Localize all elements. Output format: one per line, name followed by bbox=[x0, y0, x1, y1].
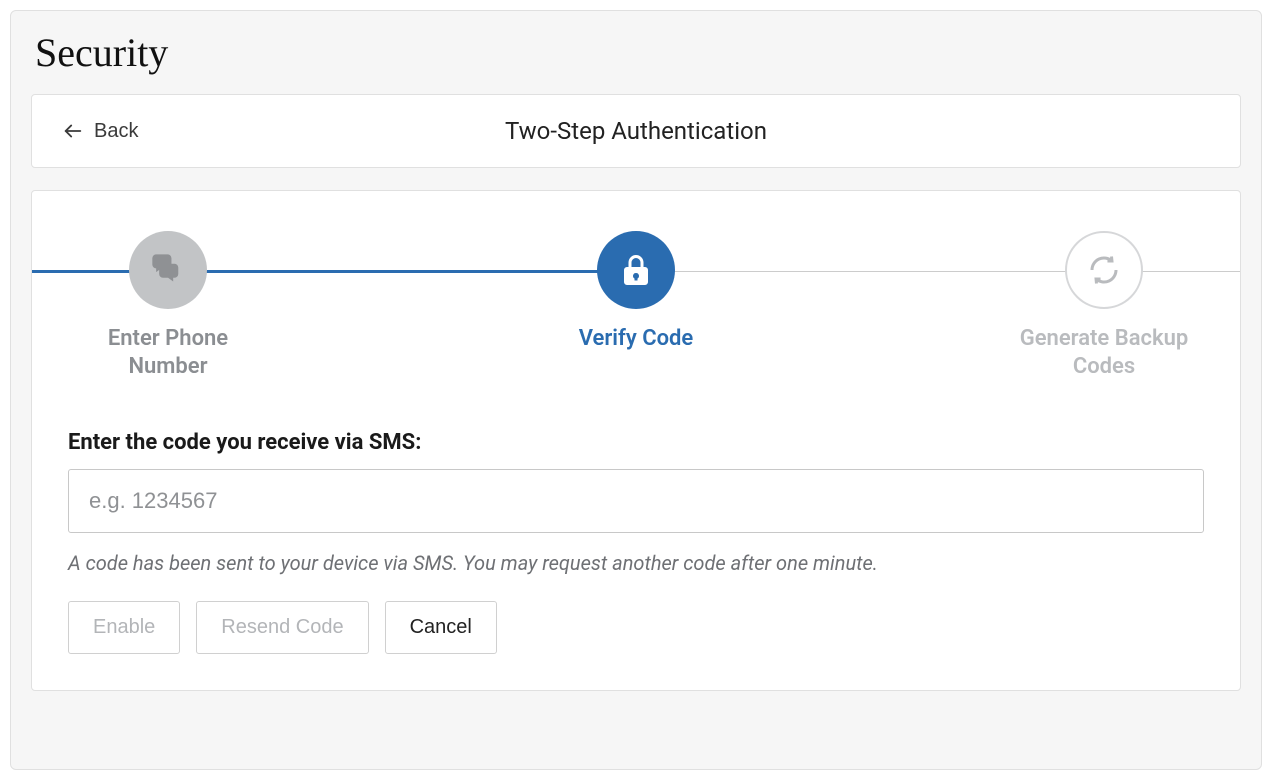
main-card: Enter Phone Number Verify Code bbox=[31, 190, 1241, 691]
resend-code-button[interactable]: Resend Code bbox=[196, 601, 368, 654]
step-verify-code: Verify Code bbox=[536, 231, 736, 353]
code-input[interactable] bbox=[68, 469, 1204, 533]
step-label: Generate Backup Codes bbox=[1014, 325, 1194, 380]
back-label: Back bbox=[94, 120, 138, 143]
step-generate-backup: Generate Backup Codes bbox=[1004, 231, 1204, 380]
refresh-icon bbox=[1065, 231, 1143, 309]
step-label: Verify Code bbox=[579, 325, 694, 353]
enable-button[interactable]: Enable bbox=[68, 601, 180, 654]
header-title: Two-Step Authentication bbox=[62, 117, 1210, 145]
button-row: Enable Resend Code Cancel bbox=[68, 601, 1204, 654]
lock-icon bbox=[597, 231, 675, 309]
header-card: Back Two-Step Authentication bbox=[31, 94, 1241, 168]
hint-text: A code has been sent to your device via … bbox=[68, 551, 1204, 575]
page-title: Security bbox=[35, 29, 1241, 76]
back-button[interactable]: Back bbox=[62, 120, 138, 143]
code-input-label: Enter the code you receive via SMS: bbox=[68, 430, 1204, 455]
cancel-button[interactable]: Cancel bbox=[385, 601, 497, 654]
step-label: Enter Phone Number bbox=[78, 325, 258, 380]
chat-icon bbox=[129, 231, 207, 309]
arrow-left-icon bbox=[62, 120, 84, 142]
step-enter-phone: Enter Phone Number bbox=[68, 231, 268, 380]
security-panel: Security Back Two-Step Authentication bbox=[10, 10, 1262, 770]
stepper: Enter Phone Number Verify Code bbox=[68, 231, 1204, 380]
